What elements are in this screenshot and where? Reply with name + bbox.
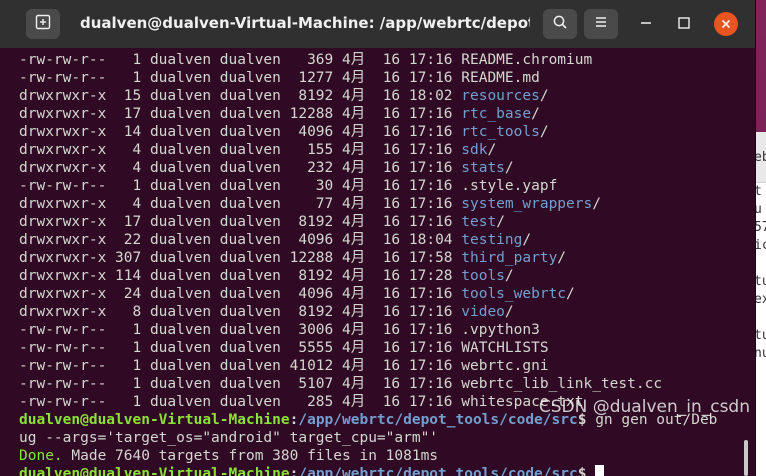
listing-row-meta: -rw-rw-r-- 1 dualven dualven 30 4月 16 17… — [19, 178, 462, 194]
directory-name: third_party — [461, 250, 558, 266]
file-name: WATCHLISTS — [461, 340, 549, 356]
directory-slash: / — [592, 196, 601, 212]
listing-row: drwxrwxr-x 4 dualven dualven 232 4月 16 1… — [19, 159, 717, 177]
directory-name: testing — [461, 232, 523, 248]
prompt-path: /app/webrtc/depot_tools/code/src — [298, 466, 578, 476]
file-name: .vpython3 — [461, 322, 540, 338]
desktop-background: eb t u 57 ic tu ex tu nu dualven@dualven… — [0, 0, 766, 476]
listing-row-meta: drwxrwxr-x 14 dualven dualven 4096 4月 16… — [19, 124, 462, 140]
directory-slash: / — [557, 250, 567, 266]
directory-slash: / — [496, 214, 505, 230]
listing-row-meta: drwxrwxr-x 17 dualven dualven 12288 4月 1… — [19, 106, 462, 122]
maximize-icon — [677, 15, 691, 34]
listing-row: -rw-rw-r-- 1 dualven dualven 369 4月 16 1… — [19, 51, 717, 69]
listing-row-meta: drwxrwxr-x 24 dualven dualven 4096 4月 16… — [19, 286, 462, 302]
directory-slash: / — [531, 106, 540, 122]
listing-row-meta: drwxrwxr-x 4 dualven dualven 155 4月 16 1… — [19, 142, 462, 158]
directory-name: stats — [461, 160, 505, 176]
directory-slash: / — [566, 286, 575, 302]
directory-listing: -rw-rw-r-- 1 dualven dualven 369 4月 16 1… — [19, 51, 717, 411]
prompt-path: /app/webrtc/depot_tools/code/src — [298, 412, 578, 428]
directory-slash: / — [539, 88, 549, 104]
listing-row: -rw-rw-r-- 1 dualven dualven 41012 4月 16… — [19, 357, 717, 375]
listing-row-meta: -rw-rw-r-- 1 dualven dualven 41012 4月 16… — [19, 358, 462, 374]
listing-row-meta: drwxrwxr-x 17 dualven dualven 8192 4月 16… — [19, 214, 462, 230]
search-icon — [552, 14, 568, 34]
directory-slash: / — [487, 142, 497, 158]
directory-name: resources — [461, 88, 540, 104]
directory-slash: / — [504, 268, 514, 284]
directory-name: rtc_base — [461, 106, 532, 122]
command-output-line: Done. Made 7640 targets from 380 files i… — [19, 447, 717, 465]
listing-row: drwxrwxr-x 14 dualven dualven 4096 4月 16… — [19, 123, 717, 141]
minimize-icon — [639, 15, 653, 34]
directory-slash: / — [539, 124, 549, 140]
listing-row-meta: -rw-rw-r-- 1 dualven dualven 369 4月 16 1… — [19, 52, 462, 68]
maximize-button[interactable] — [675, 15, 693, 33]
output-message: Made 7640 targets from 380 files in 1081… — [62, 448, 439, 464]
window-title: dualven@dualven-Virtual-Machine: /app/we… — [80, 14, 530, 32]
listing-row-meta: -rw-rw-r-- 1 dualven dualven 1277 4月 16 … — [19, 70, 462, 86]
listing-row: -rw-rw-r-- 1 dualven dualven 5107 4月 16 … — [19, 375, 717, 393]
prompt-user-host: dualven@dualven-Virtual-Machine — [19, 466, 290, 476]
listing-row: drwxrwxr-x 24 dualven dualven 4096 4月 16… — [19, 285, 717, 303]
listing-row-meta: drwxrwxr-x 4 dualven dualven 77 4月 16 17… — [19, 196, 462, 212]
minimize-button[interactable] — [637, 15, 655, 33]
listing-row: drwxrwxr-x 4 dualven dualven 77 4月 16 17… — [19, 195, 717, 213]
hamburger-menu-icon — [593, 14, 609, 34]
search-button[interactable] — [543, 9, 577, 39]
directory-name: tools — [461, 268, 505, 284]
close-icon — [720, 15, 732, 34]
file-name: README.md — [461, 70, 540, 86]
directory-name: video — [461, 304, 505, 320]
listing-row-meta: drwxrwxr-x 15 dualven dualven 8192 4月 16… — [19, 88, 462, 104]
listing-row: drwxrwxr-x 17 dualven dualven 12288 4月 1… — [19, 105, 717, 123]
prompt-user-host: dualven@dualven-Virtual-Machine — [19, 412, 290, 428]
done-label: Done. — [19, 448, 63, 464]
listing-row: -rw-rw-r-- 1 dualven dualven 5555 4月 16 … — [19, 339, 717, 357]
listing-row: drwxrwxr-x 307 dualven dualven 12288 4月 … — [19, 249, 717, 267]
file-name: webrtc_lib_link_test.cc — [461, 376, 663, 392]
scrollbar[interactable] — [744, 440, 748, 476]
listing-row-meta: -rw-rw-r-- 1 dualven dualven 5555 4月 16 … — [19, 340, 462, 356]
listing-row-meta: drwxrwxr-x 8 dualven dualven 8192 4月 16 … — [19, 304, 462, 320]
listing-row-meta: drwxrwxr-x 4 dualven dualven 232 4月 16 1… — [19, 160, 462, 176]
listing-row: -rw-rw-r-- 1 dualven dualven 1277 4月 16 … — [19, 69, 717, 87]
listing-row: -rw-rw-r-- 1 dualven dualven 30 4月 16 17… — [19, 177, 717, 195]
listing-row-meta: drwxrwxr-x 22 dualven dualven 4096 4月 16… — [19, 232, 462, 248]
file-name: webrtc.gni — [461, 358, 549, 374]
listing-row-meta: drwxrwxr-x 114 dualven dualven 8192 4月 1… — [19, 268, 462, 284]
directory-slash: / — [522, 232, 532, 248]
menu-button[interactable] — [584, 9, 618, 39]
listing-row: drwxrwxr-x 8 dualven dualven 8192 4月 16 … — [19, 303, 717, 321]
current-prompt-line[interactable]: dualven@dualven-Virtual-Machine:/app/web… — [19, 465, 717, 476]
directory-slash: / — [504, 304, 514, 320]
directory-slash: / — [504, 160, 514, 176]
file-name: .style.yapf — [461, 178, 558, 194]
new-tab-icon — [35, 14, 51, 34]
watermark: CSDN @dualven_in_csdn — [538, 397, 750, 417]
new-tab-button[interactable] — [26, 9, 60, 39]
directory-name: test — [461, 214, 497, 230]
directory-name: system_wrappers — [461, 196, 593, 212]
listing-row-meta: drwxrwxr-x 307 dualven dualven 12288 4月 … — [19, 250, 462, 266]
title-bar[interactable]: dualven@dualven-Virtual-Machine: /app/we… — [0, 0, 755, 48]
listing-row: drwxrwxr-x 17 dualven dualven 8192 4月 16… — [19, 213, 717, 231]
directory-name: sdk — [461, 142, 488, 158]
file-name: README.chromium — [461, 52, 593, 68]
listing-row: drwxrwxr-x 4 dualven dualven 155 4月 16 1… — [19, 141, 717, 159]
listing-row: drwxrwxr-x 114 dualven dualven 8192 4月 1… — [19, 267, 717, 285]
directory-name: rtc_tools — [461, 124, 540, 140]
command-wrap-line: ug --args='target_os="android" target_cp… — [19, 429, 717, 447]
listing-row-meta: -rw-rw-r-- 1 dualven dualven 3006 4月 16 … — [19, 322, 462, 338]
listing-row: -rw-rw-r-- 1 dualven dualven 3006 4月 16 … — [19, 321, 717, 339]
listing-row-meta: -rw-rw-r-- 1 dualven dualven 5107 4月 16 … — [19, 376, 462, 392]
text-cursor — [595, 465, 605, 476]
listing-row: drwxrwxr-x 22 dualven dualven 4096 4月 16… — [19, 231, 717, 249]
close-button[interactable] — [714, 12, 738, 36]
directory-name: tools_webrtc — [461, 286, 567, 302]
listing-row-meta: -rw-rw-r-- 1 dualven dualven 285 4月 16 1… — [19, 394, 462, 410]
listing-row: drwxrwxr-x 15 dualven dualven 8192 4月 16… — [19, 87, 717, 105]
command-text-wrap: ug --args='target_os="android" target_cp… — [19, 430, 439, 446]
